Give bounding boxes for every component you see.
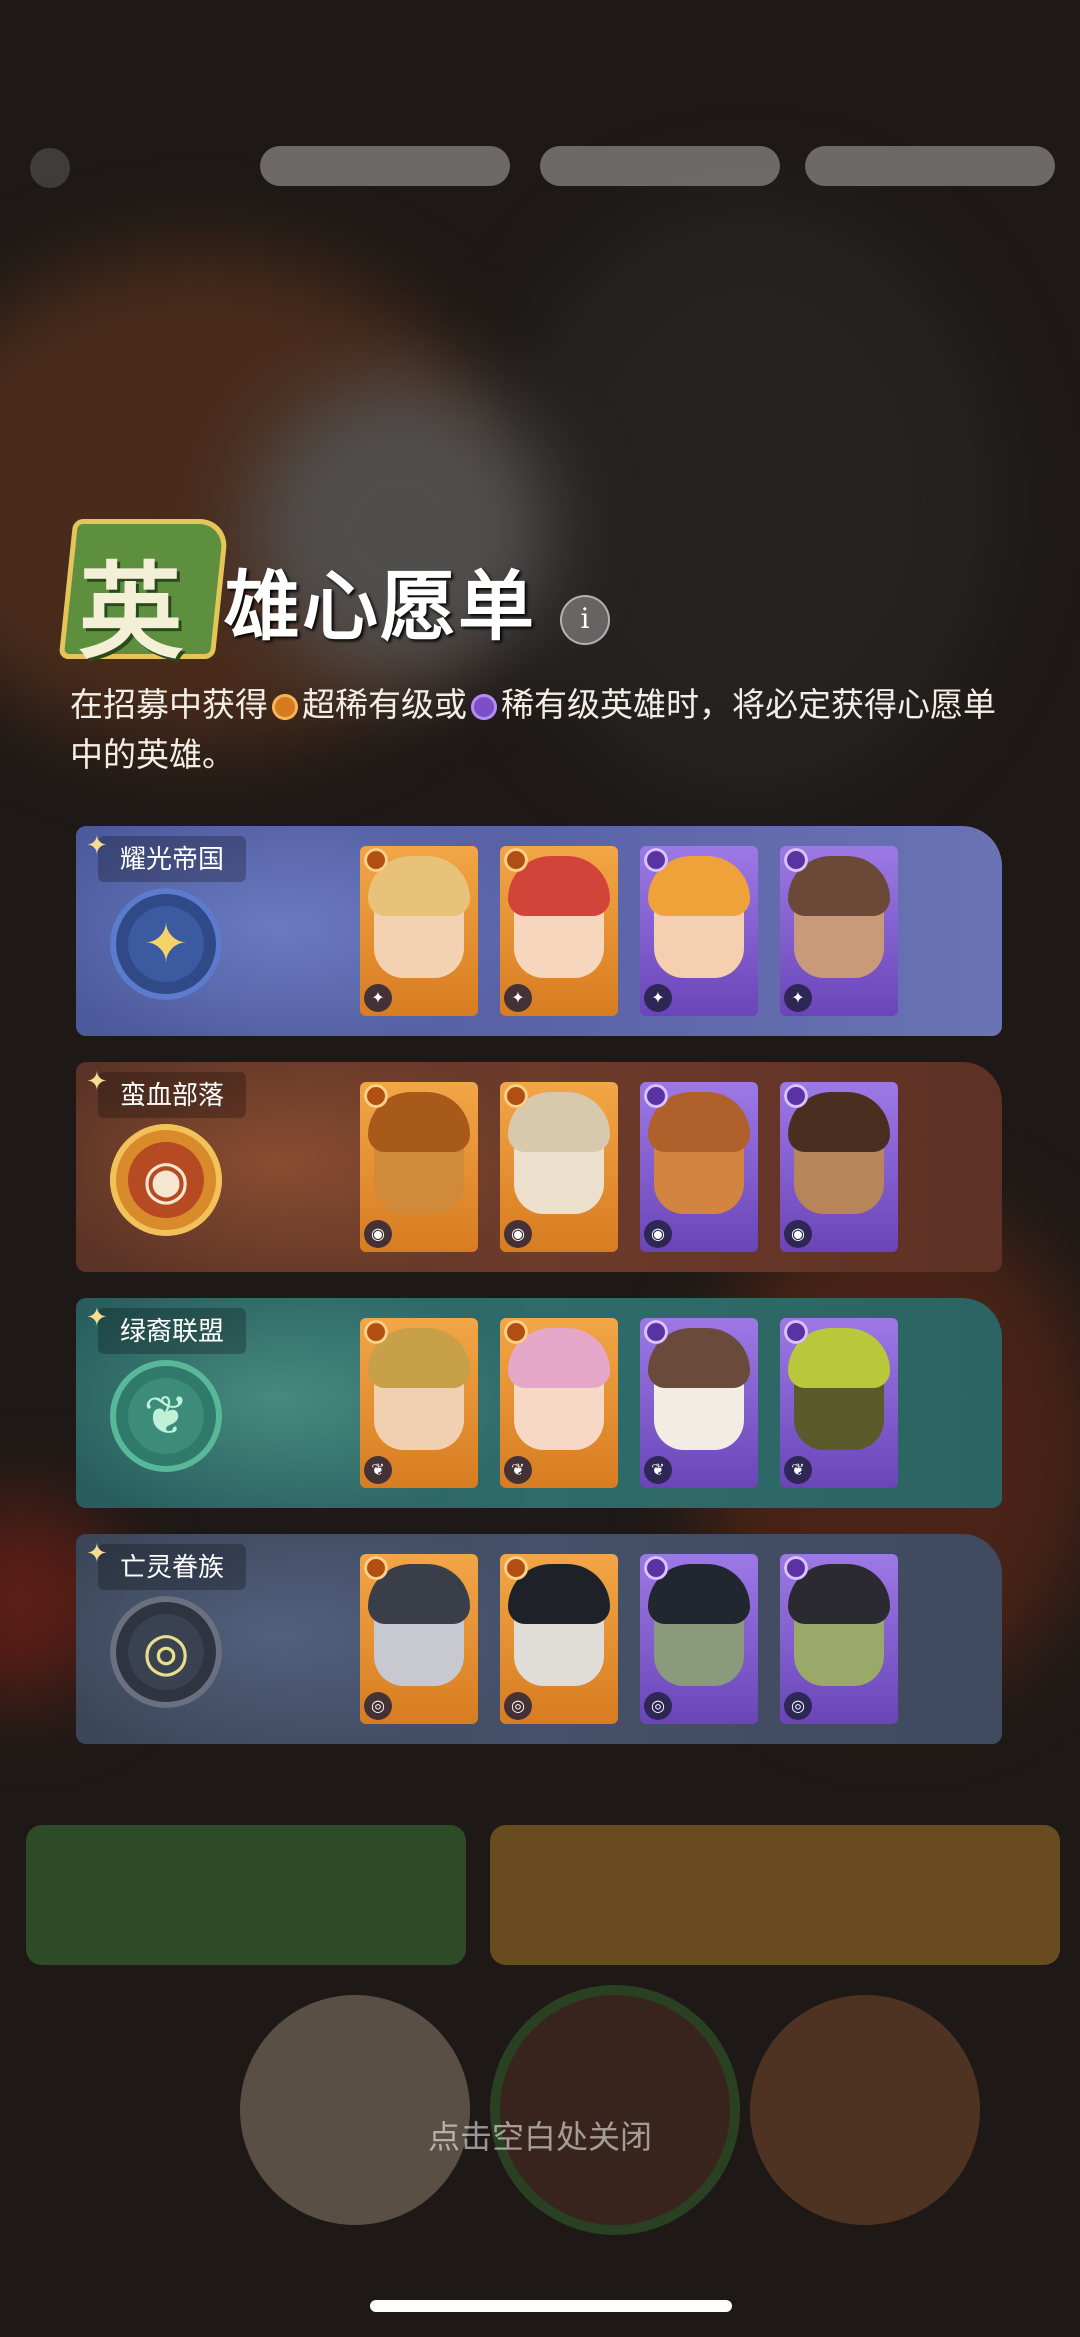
hero-card[interactable]: ✦: [360, 846, 478, 1016]
rare-icon: [784, 848, 808, 872]
faction-icon: ◉: [784, 1220, 812, 1248]
hero-card[interactable]: ◎: [500, 1554, 618, 1724]
rare-icon: [644, 1084, 668, 1108]
faction-row-graveborn: 亡灵眷族 ◎ ◎ ◎ ◎ ◎: [76, 1534, 1002, 1744]
faction-icon: ❦: [784, 1456, 812, 1484]
wishlist-title: 英 雄心愿单: [58, 515, 624, 673]
faction-emblem-icon: ✦: [110, 888, 222, 1000]
faction-emblem-icon: ◉: [110, 1124, 222, 1236]
info-button[interactable]: i: [560, 595, 610, 645]
faction-name: 蛮血部落: [86, 1062, 247, 1118]
super-rare-icon: [504, 1084, 528, 1108]
faction-icon: ◎: [504, 1692, 532, 1720]
desc-text-2: 超稀有级或: [302, 686, 467, 723]
super-rare-icon: [364, 1556, 388, 1580]
title-text: 雄心愿单: [224, 562, 536, 651]
rare-icon: [784, 1556, 808, 1580]
faction-icon: ✦: [644, 984, 672, 1012]
rare-icon: [644, 848, 668, 872]
faction-icon: ✦: [784, 984, 812, 1012]
rare-icon: [784, 1084, 808, 1108]
faction-icon: ❦: [504, 1456, 532, 1484]
desc-text-1: 在招募中获得: [70, 686, 268, 723]
hero-card[interactable]: ✦: [640, 846, 758, 1016]
rare-icon: [644, 1320, 668, 1344]
faction-icon: ◉: [504, 1220, 532, 1248]
faction-name: 绿裔联盟: [86, 1298, 247, 1354]
rare-icon: [644, 1556, 668, 1580]
wishlist-description: 在招募中获得 超稀有级或 稀有级英雄时，将必定获得心愿单中的英雄。: [70, 680, 1020, 780]
hero-card[interactable]: ✦: [500, 846, 618, 1016]
faction-emblem-icon: ◎: [110, 1596, 222, 1708]
hero-card[interactable]: ◎: [780, 1554, 898, 1724]
faction-name: 亡灵眷族: [86, 1534, 247, 1590]
faction-icon: ✦: [504, 984, 532, 1012]
hero-card[interactable]: ◉: [360, 1082, 478, 1252]
hero-card[interactable]: ◉: [500, 1082, 618, 1252]
faction-icon: ◎: [644, 1692, 672, 1720]
super-rare-icon: [504, 1556, 528, 1580]
faction-emblem-icon: ❦: [110, 1360, 222, 1472]
super-rare-icon: [364, 1320, 388, 1344]
faction-icon: ❦: [364, 1456, 392, 1484]
hero-card[interactable]: ◎: [640, 1554, 758, 1724]
super-rare-icon: [364, 848, 388, 872]
hero-card[interactable]: ❦: [500, 1318, 618, 1488]
title-badge: 英: [58, 519, 230, 673]
faction-row-mauler: 蛮血部落 ◉ ◉ ◉ ◉ ◉: [76, 1062, 1002, 1272]
super-rare-icon: [364, 1084, 388, 1108]
close-hint[interactable]: 点击空白处关闭: [0, 2112, 1080, 2158]
hero-card[interactable]: ◉: [640, 1082, 758, 1252]
faction-icon: ◉: [364, 1220, 392, 1248]
title-badge-char: 英: [78, 550, 183, 673]
hero-card[interactable]: ◉: [780, 1082, 898, 1252]
rare-icon: [784, 1320, 808, 1344]
hero-card[interactable]: ❦: [360, 1318, 478, 1488]
faction-icon: ◎: [784, 1692, 812, 1720]
faction-icon: ✦: [364, 984, 392, 1012]
hero-card[interactable]: ✦: [780, 846, 898, 1016]
faction-icon: ◎: [364, 1692, 392, 1720]
hero-card[interactable]: ❦: [640, 1318, 758, 1488]
home-indicator[interactable]: [370, 2300, 732, 2312]
rare-icon: [471, 694, 497, 720]
hero-card[interactable]: ❦: [780, 1318, 898, 1488]
faction-row-lightbearers: 耀光帝国 ✦ ✦ ✦ ✦ ✦: [76, 826, 1002, 1036]
faction-icon: ❦: [644, 1456, 672, 1484]
super-rare-icon: [504, 1320, 528, 1344]
faction-icon: ◉: [644, 1220, 672, 1248]
faction-row-wilder: 绿裔联盟 ❦ ❦ ❦ ❦ ❦: [76, 1298, 1002, 1508]
background-top-bar: [0, 130, 1080, 200]
super-rare-icon: [504, 848, 528, 872]
super-rare-icon: [272, 694, 298, 720]
faction-name: 耀光帝国: [86, 826, 247, 882]
hero-card[interactable]: ◎: [360, 1554, 478, 1724]
